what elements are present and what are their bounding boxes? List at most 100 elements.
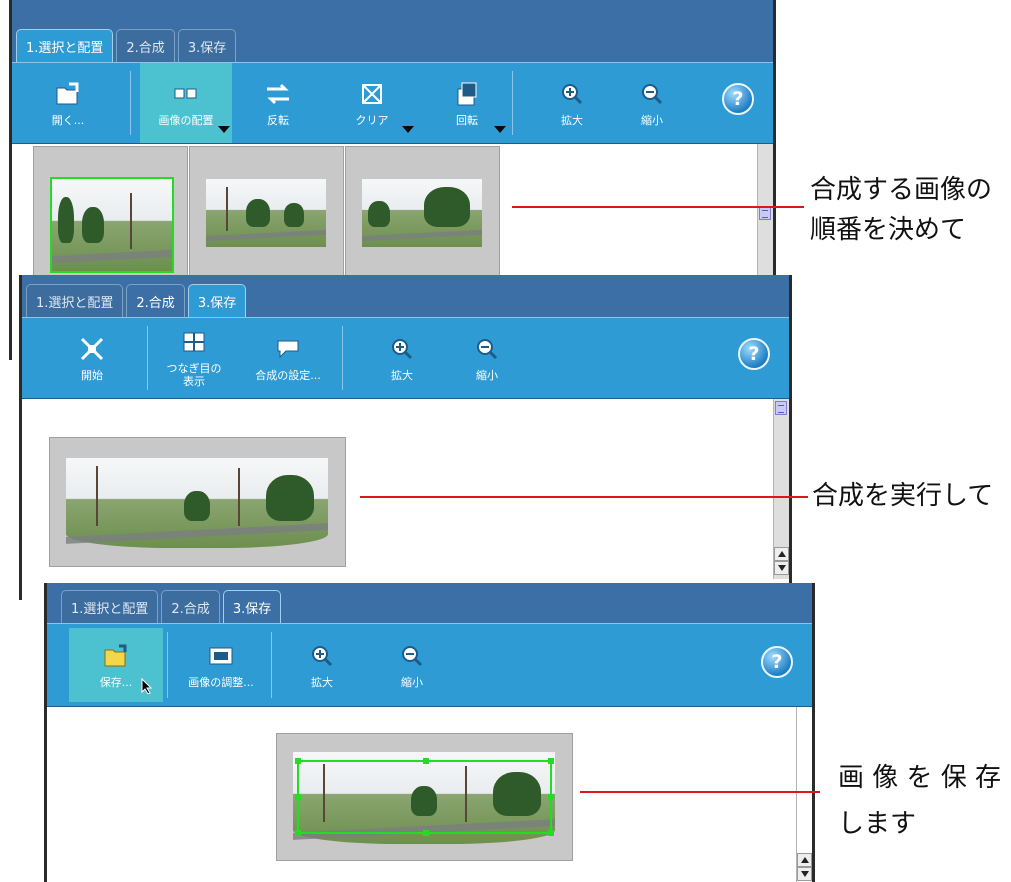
toolbar-separator xyxy=(167,632,168,698)
chevron-up-icon xyxy=(777,551,786,557)
crop-handle[interactable] xyxy=(295,794,301,800)
image-thumbnail-3[interactable] xyxy=(345,146,500,276)
tabs: 1.選択と配置 2.合成 3.保存 xyxy=(61,590,282,623)
photo-park-2 xyxy=(206,179,326,247)
zoom-out-label: 縮小 xyxy=(476,368,498,382)
zoom-in-icon xyxy=(311,642,333,670)
crop-handle[interactable] xyxy=(548,794,554,800)
crop-handle[interactable] xyxy=(295,830,301,836)
footpath xyxy=(66,523,328,545)
chevron-down-icon[interactable] xyxy=(402,126,414,133)
toolbar: 開く... 画像の配置 反転 クリア 回転 拡大 縮小 ? xyxy=(12,62,773,144)
flip-icon xyxy=(265,80,291,108)
footpath xyxy=(52,249,172,264)
save-label: 保存... xyxy=(99,675,133,689)
stitch-settings-icon xyxy=(276,335,300,363)
help-button[interactable]: ? xyxy=(722,83,754,115)
zoom-out-button[interactable]: 縮小 xyxy=(447,318,527,398)
toolbar-separator xyxy=(130,71,131,135)
clear-icon xyxy=(361,80,383,108)
tab-select-arrange[interactable]: 1.選択と配置 xyxy=(26,284,124,317)
tab-save[interactable]: 3.保存 xyxy=(177,29,237,62)
save-preview[interactable] xyxy=(276,733,573,861)
crop-selection[interactable] xyxy=(295,758,554,836)
zoom-out-button[interactable]: 縮小 xyxy=(377,624,447,706)
tree-trunk xyxy=(130,192,132,249)
tab-stitch[interactable]: 2.合成 xyxy=(161,590,220,623)
stitch-settings-button[interactable]: 合成の設定... xyxy=(242,318,334,398)
panorama-image xyxy=(66,458,328,548)
start-stitch-icon xyxy=(79,335,105,363)
zoom-out-icon xyxy=(641,80,663,108)
crop-handle[interactable] xyxy=(295,758,301,764)
open-folder-icon xyxy=(55,80,81,108)
clear-label: クリア xyxy=(355,113,389,127)
annotation-step3-line1: 画 像 を 保 存 xyxy=(838,763,1002,793)
stitched-panorama-preview[interactable] xyxy=(49,437,346,567)
image-thumbnail-2[interactable] xyxy=(189,146,344,276)
crop-handle[interactable] xyxy=(423,758,429,764)
tab-select-arrange[interactable]: 1.選択と配置 xyxy=(61,590,159,623)
zoom-in-label: 拡大 xyxy=(311,675,333,689)
scrollbar-thumb[interactable] xyxy=(759,206,771,220)
zoom-out-button[interactable]: 縮小 xyxy=(612,63,692,143)
clear-button[interactable]: クリア xyxy=(324,63,420,143)
zoom-out-label: 縮小 xyxy=(641,113,663,127)
rotate-icon xyxy=(456,80,478,108)
open-button[interactable]: 開く... xyxy=(18,63,118,143)
scroll-down-arrow[interactable] xyxy=(797,867,812,881)
annotation-line-step2 xyxy=(360,496,808,498)
image-thumbnail-1[interactable] xyxy=(33,146,188,276)
chevron-down-icon[interactable] xyxy=(218,126,230,133)
toolbar: 保存... 画像の調整... 拡大 縮小 ? xyxy=(47,623,812,707)
image-adjust-icon xyxy=(209,642,233,670)
zoom-in-button[interactable]: 拡大 xyxy=(287,624,357,706)
chevron-down-icon xyxy=(800,871,809,877)
seam-display-icon xyxy=(183,328,205,356)
vertical-scrollbar[interactable] xyxy=(796,707,812,882)
scroll-down-arrow[interactable] xyxy=(774,561,789,575)
scroll-up-arrow[interactable] xyxy=(797,853,812,867)
crop-handle[interactable] xyxy=(548,830,554,836)
tree-trunk xyxy=(238,468,240,527)
annotation-line-step3 xyxy=(580,791,820,793)
scroll-up-arrow[interactable] xyxy=(774,547,789,561)
image-adjust-button[interactable]: 画像の調整... xyxy=(175,624,267,706)
zoom-in-button[interactable]: 拡大 xyxy=(362,318,442,398)
panel-save: 1.選択と配置 2.合成 3.保存 保存... 画像の調整... 拡大 縮小 ? xyxy=(44,583,815,882)
chevron-down-icon[interactable] xyxy=(494,126,506,133)
crop-handle[interactable] xyxy=(548,758,554,764)
rotate-button[interactable]: 回転 xyxy=(422,63,512,143)
arrange-images-button[interactable]: 画像の配置 xyxy=(140,63,232,143)
zoom-in-button[interactable]: 拡大 xyxy=(532,63,612,143)
crop-handle[interactable] xyxy=(423,830,429,836)
flip-button[interactable]: 反転 xyxy=(238,63,318,143)
help-button[interactable]: ? xyxy=(738,338,770,370)
tab-save[interactable]: 3.保存 xyxy=(187,284,247,317)
save-button[interactable]: 保存... xyxy=(69,628,163,702)
help-button[interactable]: ? xyxy=(761,646,793,678)
tab-save[interactable]: 3.保存 xyxy=(222,590,282,623)
scrollbar-thumb[interactable] xyxy=(775,401,787,415)
tree xyxy=(424,186,470,227)
start-button[interactable]: 開始 xyxy=(42,318,142,398)
tab-bar: 1.選択と配置 2.合成 3.保存 xyxy=(22,275,789,317)
vertical-scrollbar[interactable] xyxy=(773,399,789,579)
open-label: 開く... xyxy=(51,113,85,127)
annotation-step2: 合成を実行して xyxy=(812,481,994,511)
seam-display-button[interactable]: つなぎ目の 表示 xyxy=(156,318,232,398)
tabs: 1.選択と配置 2.合成 3.保存 xyxy=(26,284,247,317)
tab-select-arrange[interactable]: 1.選択と配置 xyxy=(16,29,114,62)
zoom-out-icon xyxy=(476,335,498,363)
tab-stitch[interactable]: 2.合成 xyxy=(116,29,175,62)
zoom-in-icon xyxy=(561,80,583,108)
toolbar-separator xyxy=(271,632,272,698)
footpath xyxy=(362,230,482,242)
tab-bar: 1.選択と配置 2.合成 3.保存 xyxy=(12,0,773,62)
tab-stitch[interactable]: 2.合成 xyxy=(126,284,185,317)
tree xyxy=(246,198,270,227)
image-adjust-label: 画像の調整... xyxy=(188,675,254,689)
chevron-up-icon xyxy=(800,857,809,863)
photo-park-3 xyxy=(362,179,482,247)
footpath xyxy=(206,230,326,242)
